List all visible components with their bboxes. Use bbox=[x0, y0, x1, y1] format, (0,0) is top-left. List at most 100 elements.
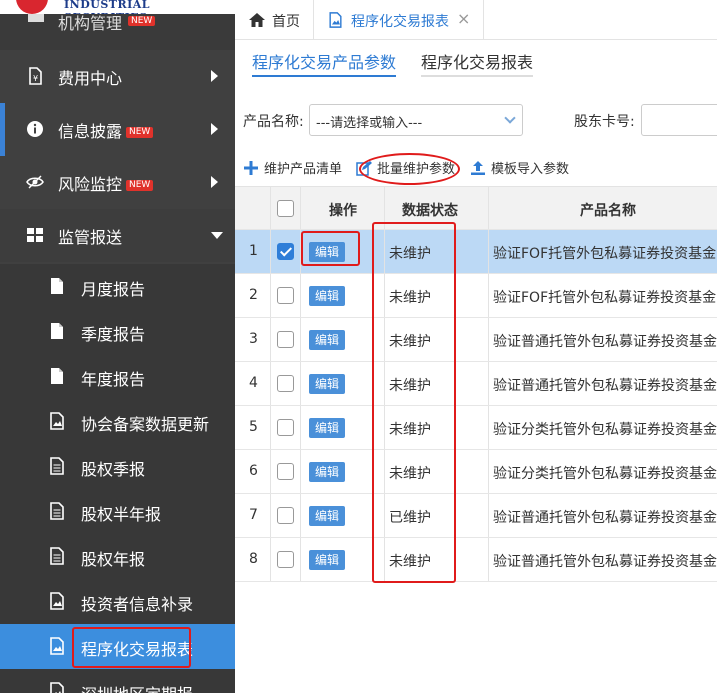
product-name-value: ---请选择或输入--- bbox=[316, 116, 423, 131]
select-all-checkbox[interactable] bbox=[277, 200, 294, 217]
row-checkbox-cell bbox=[271, 274, 301, 317]
batch-maintain-button[interactable]: 批量维护参数 bbox=[356, 158, 455, 178]
row-status-cell: 已维护 bbox=[385, 494, 489, 537]
sidebar-item-regulatory[interactable]: 监管报送 bbox=[0, 209, 235, 262]
sidebar-subitem-investor-info[interactable]: 投资者信息补录 bbox=[0, 579, 235, 624]
row-status-cell: 未维护 bbox=[385, 406, 489, 449]
row-index-cell: 3 bbox=[235, 318, 271, 361]
product-name-text: 验证分类托管外包私募证券投资基金 bbox=[493, 422, 717, 438]
edit-button[interactable]: 编辑 bbox=[309, 462, 345, 482]
subtab-product-params[interactable]: 程序化交易产品参数 bbox=[252, 49, 397, 77]
table-row[interactable]: 5 编辑 未维护 验证分类托管外包私募证券投资基金 bbox=[235, 406, 717, 450]
sidebar-subitem-quarterly[interactable]: 季度报告 bbox=[0, 309, 235, 354]
document-money-icon: ¥ bbox=[29, 67, 42, 85]
product-name-select[interactable]: ---请选择或输入--- bbox=[309, 104, 523, 136]
chevron-right-icon bbox=[211, 123, 218, 135]
row-checkbox-cell bbox=[271, 494, 301, 537]
text-file-icon bbox=[50, 502, 64, 520]
status-text: 未维护 bbox=[389, 290, 431, 306]
table-row[interactable]: 3 编辑 未维护 验证普通托管外包私募证券投资基金 bbox=[235, 318, 717, 362]
row-status-cell: 未维护 bbox=[385, 274, 489, 317]
edit-button[interactable]: 编辑 bbox=[309, 330, 345, 350]
row-checkbox[interactable] bbox=[277, 287, 294, 304]
sidebar-subitem-association[interactable]: 协会备案数据更新 bbox=[0, 399, 235, 444]
image-file-icon bbox=[50, 682, 64, 693]
sidebar-subitem-annual[interactable]: 年度报告 bbox=[0, 354, 235, 399]
sidebar-subitem-label: 股权年报 bbox=[81, 550, 146, 569]
row-operation-cell: 编辑 bbox=[301, 362, 385, 405]
row-checkbox-cell bbox=[271, 318, 301, 361]
close-icon[interactable]: × bbox=[457, 9, 470, 28]
sidebar-item-partial[interactable]: 机构管理 NEW bbox=[0, 14, 235, 50]
status-text: 已维护 bbox=[389, 510, 431, 526]
shareholder-input[interactable] bbox=[641, 104, 717, 136]
image-file-icon bbox=[50, 412, 64, 430]
tab-program-trading[interactable]: 程序化交易报表 × bbox=[314, 0, 484, 40]
row-checkbox[interactable] bbox=[277, 375, 294, 392]
text-file-icon bbox=[50, 547, 64, 565]
svg-text:¥: ¥ bbox=[33, 74, 38, 83]
row-status-cell: 未维护 bbox=[385, 230, 489, 273]
edit-button[interactable]: 编辑 bbox=[309, 550, 345, 570]
maintain-list-button[interactable]: 维护产品清单 bbox=[243, 158, 342, 178]
row-checkbox[interactable] bbox=[277, 243, 294, 260]
header-checkbox-cell bbox=[271, 187, 301, 229]
edit-button[interactable]: 编辑 bbox=[309, 242, 345, 262]
table-row[interactable]: 2 编辑 未维护 验证FOF托管外包私募证券投资基金 bbox=[235, 274, 717, 318]
logo-emblem bbox=[16, 0, 48, 14]
row-index: 8 bbox=[249, 551, 258, 567]
text-file-icon bbox=[50, 457, 64, 475]
button-label: 模板导入参数 bbox=[491, 162, 570, 177]
row-checkbox[interactable] bbox=[277, 419, 294, 436]
new-badge: NEW bbox=[128, 16, 156, 26]
sidebar-item-label: 风险监控 NEW bbox=[58, 171, 154, 195]
sidebar-item-fees[interactable]: ¥ 费用中心 bbox=[0, 50, 235, 103]
chevron-down-icon bbox=[211, 232, 223, 239]
row-index: 1 bbox=[249, 243, 258, 259]
sidebar-subitem-program-trading[interactable]: 程序化交易报表 bbox=[0, 624, 235, 669]
row-status-cell: 未维护 bbox=[385, 318, 489, 361]
sidebar-item-risk[interactable]: 风险监控 NEW bbox=[0, 156, 235, 209]
row-checkbox[interactable] bbox=[277, 463, 294, 480]
row-status-cell: 未维护 bbox=[385, 538, 489, 581]
table-row[interactable]: 8 编辑 未维护 验证普通托管外包私募证券投资基金 bbox=[235, 538, 717, 582]
row-product-name-cell: 验证普通托管外包私募证券投资基金 bbox=[489, 318, 717, 361]
edit-button[interactable]: 编辑 bbox=[309, 286, 345, 306]
sidebar-subitem-shenzhen[interactable]: 深圳地区定期报 bbox=[0, 669, 235, 693]
template-import-button[interactable]: 模板导入参数 bbox=[470, 158, 569, 178]
row-checkbox[interactable] bbox=[277, 507, 294, 524]
active-indicator bbox=[0, 103, 5, 156]
chevron-right-icon bbox=[211, 176, 218, 188]
table-row[interactable]: 7 编辑 已维护 验证普通托管外包私募证券投资基金 bbox=[235, 494, 717, 538]
image-file-icon bbox=[50, 637, 64, 655]
sidebar-subitem-label: 年度报告 bbox=[81, 370, 146, 389]
row-index: 5 bbox=[249, 419, 258, 435]
product-name-text: 验证普通托管外包私募证券投资基金 bbox=[493, 334, 717, 350]
edit-button[interactable]: 编辑 bbox=[309, 418, 345, 438]
sidebar-subitem-equity-annual[interactable]: 股权年报 bbox=[0, 534, 235, 579]
edit-button[interactable]: 编辑 bbox=[309, 374, 345, 394]
row-status-cell: 未维护 bbox=[385, 362, 489, 405]
row-status-cell: 未维护 bbox=[385, 450, 489, 493]
sidebar-subitem-label: 季度报告 bbox=[81, 325, 146, 344]
table-row[interactable]: 1 编辑 未维护 验证FOF托管外包私募证券投资基金 bbox=[235, 230, 717, 274]
row-index-cell: 6 bbox=[235, 450, 271, 493]
tab-home[interactable]: 首页 bbox=[235, 0, 314, 40]
sidebar-subitem-monthly[interactable]: 月度报告 bbox=[0, 264, 235, 309]
row-product-name-cell: 验证FOF托管外包私募证券投资基金 bbox=[489, 230, 717, 273]
sidebar-item-label: 机构管理 bbox=[58, 14, 123, 33]
row-checkbox[interactable] bbox=[277, 551, 294, 568]
edit-button[interactable]: 编辑 bbox=[309, 506, 345, 526]
row-checkbox-cell bbox=[271, 450, 301, 493]
sidebar-subitem-equity-quarterly[interactable]: 股权季报 bbox=[0, 444, 235, 489]
sidebar-item-disclosure[interactable]: 信息披露 NEW bbox=[0, 103, 235, 156]
sidebar-subitem-equity-semiannual[interactable]: 股权半年报 bbox=[0, 489, 235, 534]
row-product-name-cell: 验证普通托管外包私募证券投资基金 bbox=[489, 538, 717, 581]
table-row[interactable]: 4 编辑 未维护 验证普通托管外包私募证券投资基金 bbox=[235, 362, 717, 406]
sidebar-item-label: 信息披露 NEW bbox=[58, 118, 154, 142]
row-checkbox[interactable] bbox=[277, 331, 294, 348]
image-file-icon bbox=[329, 12, 342, 28]
product-name-label: 产品名称: bbox=[243, 114, 304, 130]
table-row[interactable]: 6 编辑 未维护 验证分类托管外包私募证券投资基金 bbox=[235, 450, 717, 494]
subtab-report[interactable]: 程序化交易报表 bbox=[421, 49, 534, 77]
